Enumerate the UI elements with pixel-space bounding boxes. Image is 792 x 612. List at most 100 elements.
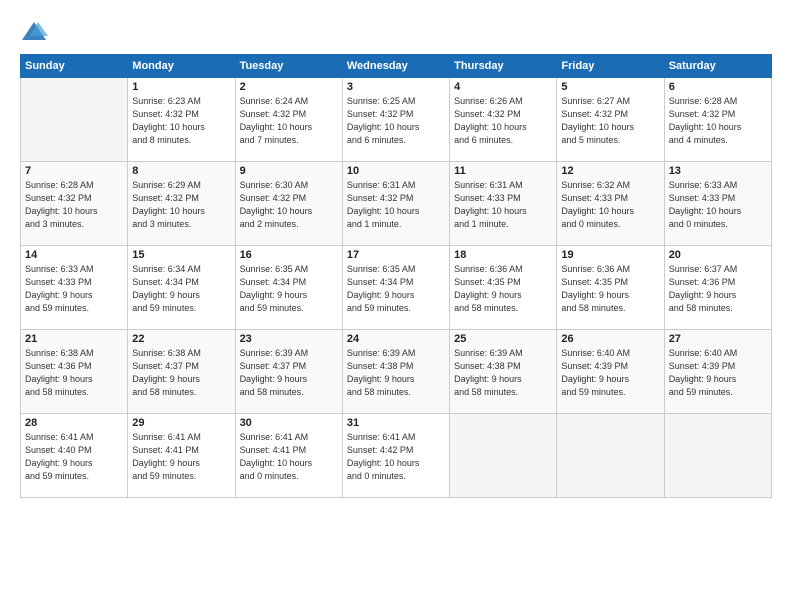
day-info: Sunrise: 6:37 AM Sunset: 4:36 PM Dayligh… xyxy=(669,263,767,315)
day-number: 9 xyxy=(240,165,338,177)
day-number: 14 xyxy=(25,249,123,261)
calendar-week-3: 14Sunrise: 6:33 AM Sunset: 4:33 PM Dayli… xyxy=(21,246,772,330)
day-number: 25 xyxy=(454,333,552,345)
logo xyxy=(20,18,50,46)
day-number: 22 xyxy=(132,333,230,345)
calendar-cell: 15 Sunrise: 6:34 AM Sunset: 4:34 PM Dayli… xyxy=(128,246,235,330)
day-number: 21 xyxy=(25,333,123,345)
calendar-cell: 25 Sunrise: 6:39 AM Sunset: 4:38 PM Dayli… xyxy=(450,330,557,414)
calendar-cell: 9 Sunrise: 6:30 AM Sunset: 4:32 PM Daylig… xyxy=(235,162,342,246)
day-number: 30 xyxy=(240,417,338,429)
calendar-header-monday: Monday xyxy=(128,55,235,78)
page: SundayMondayTuesdayWednesdayThursdayFrid… xyxy=(0,0,792,612)
day-number: 12 xyxy=(561,165,659,177)
day-info: Sunrise: 6:40 AM Sunset: 4:39 PM Dayligh… xyxy=(669,347,767,399)
day-number: 27 xyxy=(669,333,767,345)
calendar-cell: 28 Sunrise: 6:41 AM Sunset: 4:40 PM Dayli… xyxy=(21,414,128,498)
calendar-cell: 22 Sunrise: 6:38 AM Sunset: 4:37 PM Dayli… xyxy=(128,330,235,414)
day-number: 2 xyxy=(240,81,338,93)
calendar-cell: 4Sunrise: 6:26 AM Sunset: 4:32 PM Daylig… xyxy=(450,78,557,162)
day-number: 5 xyxy=(561,81,659,93)
day-info: Sunrise: 6:41 AM Sunset: 4:41 PM Dayligh… xyxy=(132,431,230,483)
day-number: 29 xyxy=(132,417,230,429)
day-number: 26 xyxy=(561,333,659,345)
day-number: 11 xyxy=(454,165,552,177)
calendar-header-friday: Friday xyxy=(557,55,664,78)
calendar-cell: 30 Sunrise: 6:41 AM Sunset: 4:41 PM Dayli… xyxy=(235,414,342,498)
calendar-cell: 13 Sunrise: 6:33 AM Sunset: 4:33 PM Dayli… xyxy=(664,162,771,246)
day-info: Sunrise: 6:36 AM Sunset: 4:35 PM Dayligh… xyxy=(561,263,659,315)
calendar-cell: 14Sunrise: 6:33 AM Sunset: 4:33 PM Dayli… xyxy=(21,246,128,330)
day-info: Sunrise: 6:32 AM Sunset: 4:33 PM Dayligh… xyxy=(561,179,659,231)
calendar-week-2: 7 Sunrise: 6:28 AM Sunset: 4:32 PM Daylig… xyxy=(21,162,772,246)
calendar-cell: 12 Sunrise: 6:32 AM Sunset: 4:33 PM Dayli… xyxy=(557,162,664,246)
day-number: 1 xyxy=(132,81,230,93)
day-info: Sunrise: 6:31 AM Sunset: 4:33 PM Dayligh… xyxy=(454,179,552,231)
calendar-cell: 31 Sunrise: 6:41 AM Sunset: 4:42 PM Dayli… xyxy=(342,414,449,498)
day-info: Sunrise: 6:28 AM Sunset: 4:32 PM Dayligh… xyxy=(25,179,123,231)
day-number: 4 xyxy=(454,81,552,93)
day-number: 24 xyxy=(347,333,445,345)
day-info: Sunrise: 6:25 AM Sunset: 4:32 PM Dayligh… xyxy=(347,95,445,147)
logo-icon xyxy=(20,18,48,46)
day-number: 6 xyxy=(669,81,767,93)
day-number: 13 xyxy=(669,165,767,177)
calendar-cell xyxy=(557,414,664,498)
calendar-header-saturday: Saturday xyxy=(664,55,771,78)
day-number: 20 xyxy=(669,249,767,261)
calendar-cell: 7 Sunrise: 6:28 AM Sunset: 4:32 PM Daylig… xyxy=(21,162,128,246)
calendar: SundayMondayTuesdayWednesdayThursdayFrid… xyxy=(20,54,772,498)
calendar-header-thursday: Thursday xyxy=(450,55,557,78)
calendar-cell: 3 Sunrise: 6:25 AM Sunset: 4:32 PM Daylig… xyxy=(342,78,449,162)
day-info: Sunrise: 6:35 AM Sunset: 4:34 PM Dayligh… xyxy=(347,263,445,315)
day-info: Sunrise: 6:41 AM Sunset: 4:41 PM Dayligh… xyxy=(240,431,338,483)
calendar-cell xyxy=(21,78,128,162)
day-info: Sunrise: 6:39 AM Sunset: 4:37 PM Dayligh… xyxy=(240,347,338,399)
day-info: Sunrise: 6:40 AM Sunset: 4:39 PM Dayligh… xyxy=(561,347,659,399)
calendar-cell: 8Sunrise: 6:29 AM Sunset: 4:32 PM Daylig… xyxy=(128,162,235,246)
calendar-cell: 1 Sunrise: 6:23 AM Sunset: 4:32 PM Daylig… xyxy=(128,78,235,162)
day-info: Sunrise: 6:24 AM Sunset: 4:32 PM Dayligh… xyxy=(240,95,338,147)
calendar-cell: 21Sunrise: 6:38 AM Sunset: 4:36 PM Dayli… xyxy=(21,330,128,414)
day-info: Sunrise: 6:38 AM Sunset: 4:37 PM Dayligh… xyxy=(132,347,230,399)
calendar-cell: 23 Sunrise: 6:39 AM Sunset: 4:37 PM Dayli… xyxy=(235,330,342,414)
day-info: Sunrise: 6:30 AM Sunset: 4:32 PM Dayligh… xyxy=(240,179,338,231)
calendar-cell: 11 Sunrise: 6:31 AM Sunset: 4:33 PM Dayli… xyxy=(450,162,557,246)
day-info: Sunrise: 6:39 AM Sunset: 4:38 PM Dayligh… xyxy=(454,347,552,399)
day-number: 28 xyxy=(25,417,123,429)
calendar-week-4: 21Sunrise: 6:38 AM Sunset: 4:36 PM Dayli… xyxy=(21,330,772,414)
calendar-cell: 24 Sunrise: 6:39 AM Sunset: 4:38 PM Dayli… xyxy=(342,330,449,414)
day-number: 8 xyxy=(132,165,230,177)
day-number: 10 xyxy=(347,165,445,177)
day-info: Sunrise: 6:28 AM Sunset: 4:32 PM Dayligh… xyxy=(669,95,767,147)
day-info: Sunrise: 6:41 AM Sunset: 4:40 PM Dayligh… xyxy=(25,431,123,483)
calendar-cell: 18Sunrise: 6:36 AM Sunset: 4:35 PM Dayli… xyxy=(450,246,557,330)
day-info: Sunrise: 6:23 AM Sunset: 4:32 PM Dayligh… xyxy=(132,95,230,147)
calendar-cell: 29 Sunrise: 6:41 AM Sunset: 4:41 PM Dayli… xyxy=(128,414,235,498)
calendar-cell: 5 Sunrise: 6:27 AM Sunset: 4:32 PM Daylig… xyxy=(557,78,664,162)
calendar-header-sunday: Sunday xyxy=(21,55,128,78)
calendar-cell: 6 Sunrise: 6:28 AM Sunset: 4:32 PM Daylig… xyxy=(664,78,771,162)
day-number: 31 xyxy=(347,417,445,429)
calendar-header-tuesday: Tuesday xyxy=(235,55,342,78)
calendar-cell: 26 Sunrise: 6:40 AM Sunset: 4:39 PM Dayli… xyxy=(557,330,664,414)
calendar-cell: 20 Sunrise: 6:37 AM Sunset: 4:36 PM Dayli… xyxy=(664,246,771,330)
day-info: Sunrise: 6:41 AM Sunset: 4:42 PM Dayligh… xyxy=(347,431,445,483)
day-info: Sunrise: 6:34 AM Sunset: 4:34 PM Dayligh… xyxy=(132,263,230,315)
calendar-cell: 10Sunrise: 6:31 AM Sunset: 4:32 PM Dayli… xyxy=(342,162,449,246)
day-info: Sunrise: 6:33 AM Sunset: 4:33 PM Dayligh… xyxy=(669,179,767,231)
day-info: Sunrise: 6:39 AM Sunset: 4:38 PM Dayligh… xyxy=(347,347,445,399)
day-number: 3 xyxy=(347,81,445,93)
calendar-cell xyxy=(664,414,771,498)
calendar-header-wednesday: Wednesday xyxy=(342,55,449,78)
calendar-week-5: 28 Sunrise: 6:41 AM Sunset: 4:40 PM Dayli… xyxy=(21,414,772,498)
day-number: 19 xyxy=(561,249,659,261)
day-number: 16 xyxy=(240,249,338,261)
day-number: 23 xyxy=(240,333,338,345)
day-info: Sunrise: 6:27 AM Sunset: 4:32 PM Dayligh… xyxy=(561,95,659,147)
day-number: 7 xyxy=(25,165,123,177)
day-number: 15 xyxy=(132,249,230,261)
day-number: 18 xyxy=(454,249,552,261)
calendar-header-row: SundayMondayTuesdayWednesdayThursdayFrid… xyxy=(21,55,772,78)
calendar-week-1: 1 Sunrise: 6:23 AM Sunset: 4:32 PM Daylig… xyxy=(21,78,772,162)
